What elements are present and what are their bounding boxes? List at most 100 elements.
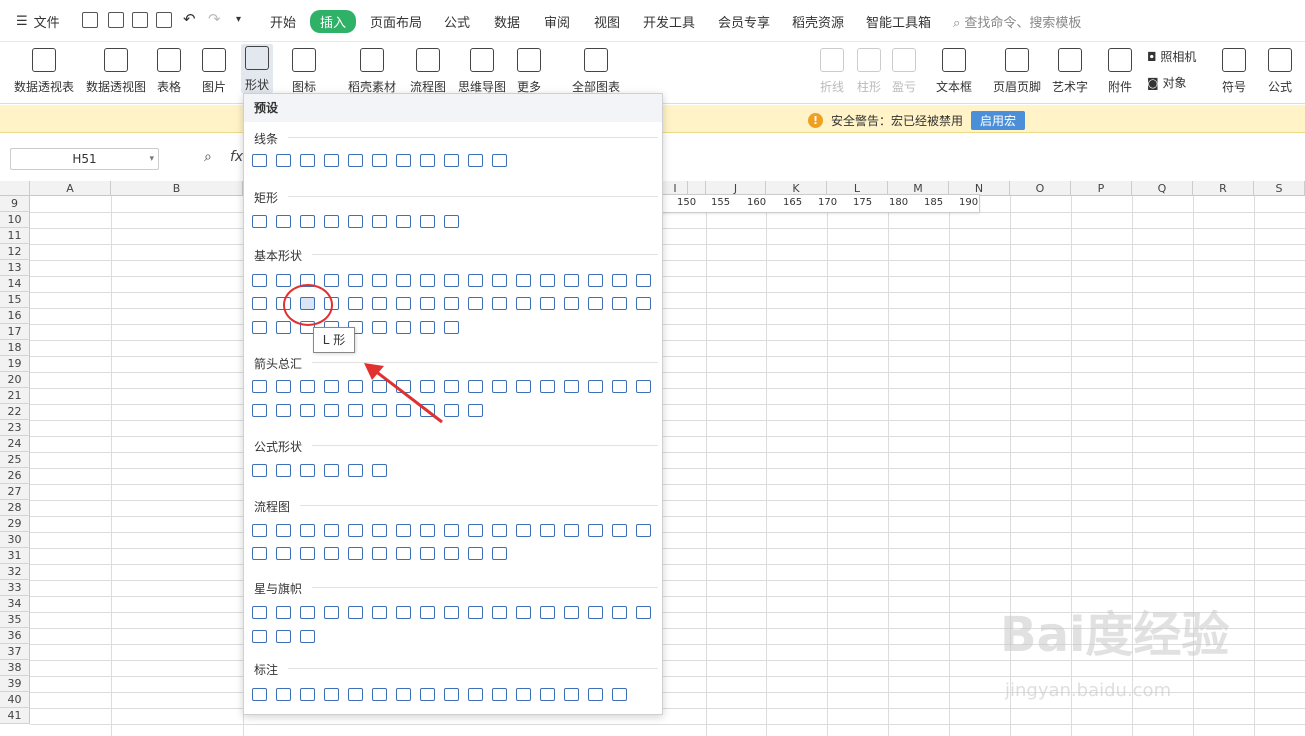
shape-option-icon[interactable] [324, 606, 339, 619]
shape-option-icon[interactable] [324, 688, 339, 701]
row-header[interactable]: 12 [0, 244, 30, 260]
more-button[interactable]: 更多 [517, 46, 541, 95]
shape-option-icon[interactable] [396, 215, 411, 228]
tab-home[interactable]: 开始 [270, 12, 296, 31]
shape-option-icon[interactable] [588, 524, 603, 537]
shape-option-icon[interactable] [276, 547, 291, 560]
shape-option-icon[interactable] [252, 524, 267, 537]
row-header[interactable]: 34 [0, 596, 30, 612]
row-header[interactable]: 28 [0, 500, 30, 516]
row-header[interactable]: 27 [0, 484, 30, 500]
camera-button[interactable]: ◘ 照相机 [1147, 48, 1196, 65]
undo-icon[interactable]: ↶ [183, 10, 196, 28]
attachment-button[interactable]: 附件 [1108, 46, 1132, 95]
sparkline-winloss-button[interactable]: 盈亏 [892, 46, 916, 95]
shape-option-icon[interactable] [516, 688, 531, 701]
shape-option-icon[interactable] [300, 404, 315, 417]
docer-material-button[interactable]: 稻壳素材 [348, 46, 396, 95]
shape-option-icon[interactable] [444, 547, 459, 560]
row-header[interactable]: 22 [0, 404, 30, 420]
shape-option-icon[interactable] [492, 547, 507, 560]
shape-option-icon[interactable] [324, 274, 339, 287]
shape-option-icon[interactable] [588, 380, 603, 393]
shape-option-icon[interactable] [372, 464, 387, 477]
shape-option-icon[interactable] [276, 154, 291, 167]
shape-option-icon[interactable] [300, 524, 315, 537]
row-header[interactable]: 36 [0, 628, 30, 644]
shape-option-icon[interactable] [396, 606, 411, 619]
tab-developer[interactable]: 开发工具 [643, 12, 695, 31]
shape-option-icon[interactable] [348, 688, 363, 701]
row-header[interactable]: 37 [0, 644, 30, 660]
shape-option-icon[interactable] [300, 630, 315, 643]
shape-option-icon[interactable] [564, 606, 579, 619]
shape-option-icon[interactable] [396, 547, 411, 560]
shape-option-icon[interactable] [276, 630, 291, 643]
shape-option-icon[interactable] [468, 606, 483, 619]
shape-option-icon[interactable] [492, 524, 507, 537]
cell-value[interactable]: 155 [711, 197, 730, 208]
row-header[interactable]: 20 [0, 372, 30, 388]
row-header[interactable]: 10 [0, 212, 30, 228]
shape-option-icon[interactable] [516, 524, 531, 537]
shape-option-icon[interactable] [444, 606, 459, 619]
shape-option-icon[interactable] [612, 524, 627, 537]
shape-option-icon[interactable] [300, 606, 315, 619]
redo-icon[interactable]: ↷ [208, 10, 221, 28]
shape-option-icon[interactable] [588, 274, 603, 287]
row-header[interactable]: 26 [0, 468, 30, 484]
cell-value[interactable]: 150 [677, 197, 696, 208]
row-header[interactable]: 35 [0, 612, 30, 628]
shape-option-icon[interactable] [420, 297, 435, 310]
fx-icon[interactable]: fx [230, 149, 243, 165]
picture-button[interactable]: 图片 [202, 46, 226, 95]
shape-option-icon[interactable] [540, 297, 555, 310]
shape-option-icon[interactable] [372, 688, 387, 701]
column-header[interactable]: Q [1132, 181, 1193, 196]
shape-option-icon[interactable] [372, 547, 387, 560]
enable-macro-button[interactable]: 启用宏 [971, 111, 1026, 130]
object-button[interactable]: ◙ 对象 [1147, 74, 1186, 91]
row-header[interactable]: 17 [0, 324, 30, 340]
sparkline-line-button[interactable]: 折线 [820, 46, 844, 95]
column-header[interactable]: R [1193, 181, 1254, 196]
shape-option-icon[interactable] [540, 524, 555, 537]
tab-review[interactable]: 审阅 [544, 12, 570, 31]
shape-option-icon[interactable] [420, 606, 435, 619]
shape-option-icon[interactable] [468, 380, 483, 393]
row-header[interactable]: 13 [0, 260, 30, 276]
shape-option-icon[interactable] [396, 321, 411, 334]
cell-value[interactable]: 190 [959, 197, 978, 208]
name-box[interactable]: H51 ▾ [10, 148, 159, 170]
shape-option-icon[interactable] [564, 297, 579, 310]
row-header[interactable]: 11 [0, 228, 30, 244]
cell-value[interactable]: 165 [783, 197, 802, 208]
shape-option-icon[interactable] [372, 154, 387, 167]
shape-option-icon[interactable] [324, 215, 339, 228]
shape-option-icon[interactable] [468, 688, 483, 701]
shape-option-icon[interactable] [324, 464, 339, 477]
row-header[interactable]: 30 [0, 532, 30, 548]
shape-option-icon[interactable] [276, 274, 291, 287]
row-header[interactable]: 16 [0, 308, 30, 324]
shape-option-icon[interactable] [252, 274, 267, 287]
row-header[interactable]: 32 [0, 564, 30, 580]
shape-option-icon[interactable] [540, 380, 555, 393]
file-menu[interactable]: ☰ 文件 [16, 12, 60, 31]
shape-option-icon[interactable] [276, 606, 291, 619]
shape-option-icon[interactable] [492, 606, 507, 619]
shape-option-icon[interactable] [564, 688, 579, 701]
tab-member[interactable]: 会员专享 [718, 12, 770, 31]
textbox-button[interactable]: 文本框 [936, 46, 972, 95]
shape-option-icon[interactable] [252, 688, 267, 701]
shape-option-icon[interactable] [636, 274, 651, 287]
shape-option-icon[interactable] [396, 297, 411, 310]
row-header[interactable]: 25 [0, 452, 30, 468]
shape-option-icon[interactable] [372, 321, 387, 334]
column-header[interactable]: A [30, 181, 111, 196]
shape-option-icon[interactable] [276, 215, 291, 228]
shape-option-icon[interactable] [444, 524, 459, 537]
row-header[interactable]: 39 [0, 676, 30, 692]
shape-option-icon[interactable] [372, 215, 387, 228]
shape-option-icon[interactable] [372, 297, 387, 310]
